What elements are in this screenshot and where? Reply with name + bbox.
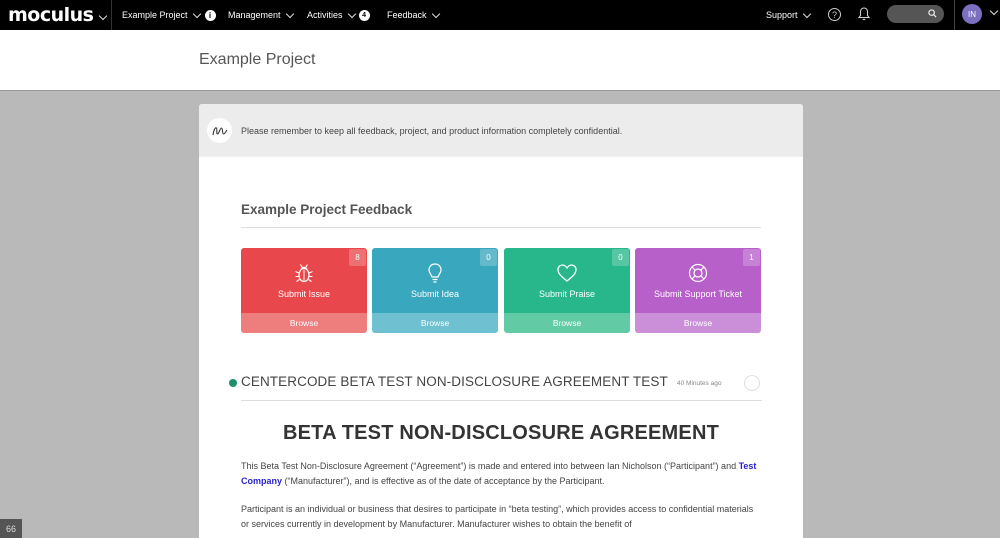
dismiss-button[interactable]: [744, 375, 760, 391]
heart-icon: [557, 264, 577, 282]
nav-activities[interactable]: Activities 4: [307, 0, 370, 30]
chevron-down-icon: [347, 9, 356, 18]
document-paragraph: Participant is an individual or business…: [241, 504, 754, 529]
browse-support-button[interactable]: Browse: [635, 313, 761, 333]
brand-logo: moculus: [8, 4, 94, 26]
nav-management-label: Management: [228, 10, 281, 20]
tile-label: Submit Support Ticket: [653, 289, 743, 299]
chevron-down-icon: [285, 9, 294, 18]
paragraph-text: This Beta Test Non-Disclosure Agreement …: [241, 461, 739, 471]
nav-management[interactable]: Management: [228, 0, 294, 30]
divider: [241, 227, 761, 228]
lightbulb-icon: [428, 263, 442, 283]
top-nav: moculus Example Project i Management Act…: [0, 0, 1000, 30]
corner-widget[interactable]: 66: [0, 519, 22, 538]
nav-feedback-label: Feedback: [387, 10, 427, 20]
divider: [241, 400, 762, 401]
nav-support[interactable]: Support: [766, 0, 811, 30]
activities-count-badge: 4: [358, 9, 370, 21]
project-card: Please remember to keep all feedback, pr…: [199, 104, 803, 538]
notice-text: Please remember to keep all feedback, pr…: [241, 125, 623, 136]
nav-project-label: Example Project: [122, 10, 188, 20]
announcement-timestamp: 40 Minutes ago: [677, 380, 722, 387]
browse-praise-button[interactable]: Browse: [504, 313, 630, 333]
tile-label: Submit Issue: [277, 289, 331, 299]
avatar[interactable]: IN: [962, 4, 982, 24]
signature-icon: [207, 118, 232, 143]
browse-issues-button[interactable]: Browse: [241, 313, 367, 333]
page-title: Example Project: [199, 51, 316, 68]
tile-submit-issue[interactable]: Submit Issue 8 Browse: [241, 248, 367, 333]
tile-submit-praise[interactable]: Submit Praise 0 Browse: [504, 248, 630, 333]
chevron-down-icon: [802, 9, 811, 18]
tile-count-badge: 0: [480, 249, 497, 266]
nav-project[interactable]: Example Project i: [122, 0, 216, 30]
info-icon: i: [204, 9, 216, 21]
chevron-down-icon: [431, 9, 440, 18]
paragraph-text: (“Manufacturer”), and is effective as of…: [282, 475, 605, 486]
search-input[interactable]: [887, 5, 944, 23]
document-title: BETA TEST NON-DISCLOSURE AGREEMENT: [282, 422, 720, 444]
chevron-down-icon: [192, 9, 201, 18]
announcement-title[interactable]: CENTERCODE BETA TEST NON-DISCLOSURE AGRE…: [241, 374, 668, 389]
tile-submit-idea[interactable]: Submit Idea 0 Browse: [372, 248, 498, 333]
feedback-tiles: Submit Issue 8 Browse Submit Idea 0 Brow…: [241, 248, 761, 333]
chevron-down-icon: [98, 11, 107, 21]
tile-submit-support-ticket[interactable]: Submit Support Ticket 1 Browse: [635, 248, 761, 333]
tile-count-badge: 1: [743, 249, 760, 266]
search-icon: [928, 9, 937, 18]
tile-count-badge: 0: [612, 249, 629, 266]
nav-activities-label: Activities: [307, 10, 343, 20]
nav-support-label: Support: [766, 10, 798, 20]
tile-label: Submit Praise: [538, 289, 596, 299]
tile-count-badge: 8: [349, 249, 366, 266]
browse-ideas-button[interactable]: Browse: [372, 313, 498, 333]
lifebuoy-icon: [688, 263, 708, 283]
page-header: Example Project: [0, 30, 1000, 91]
document-paragraph: This Beta Test Non-Disclosure Agreement …: [241, 459, 761, 488]
help-icon[interactable]: ?: [828, 8, 841, 21]
status-dot: [229, 379, 237, 387]
nav-divider: [954, 0, 955, 30]
bug-icon: [295, 264, 313, 283]
bell-icon[interactable]: [858, 7, 870, 21]
confidential-notice: Please remember to keep all feedback, pr…: [199, 104, 803, 157]
chevron-down-icon: [989, 6, 999, 16]
tile-label: Submit Idea: [410, 289, 460, 299]
brand-menu[interactable]: moculus: [0, 0, 112, 30]
feedback-section-title: Example Project Feedback: [241, 202, 413, 217]
nav-feedback[interactable]: Feedback: [387, 0, 440, 30]
